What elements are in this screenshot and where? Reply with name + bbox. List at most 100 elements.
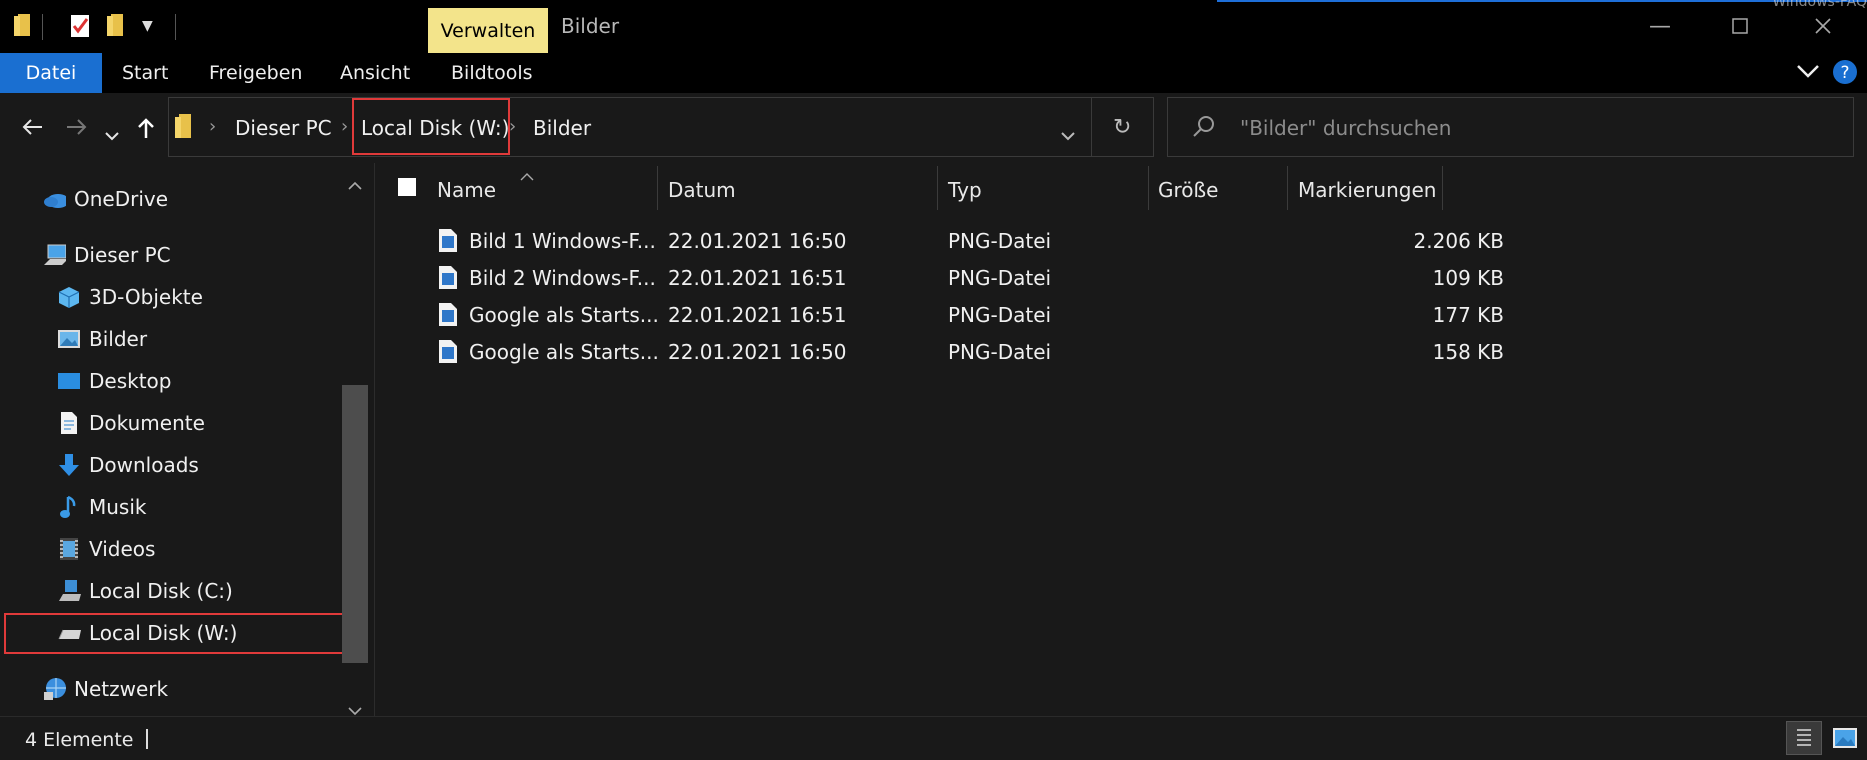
cube-icon: [57, 285, 81, 309]
column-separator[interactable]: [937, 166, 938, 210]
file-name: Bild 1 Windows-F...: [469, 229, 656, 253]
large-icons-view-icon[interactable]: [1828, 723, 1862, 753]
pictures-icon: [57, 327, 81, 351]
column-separator[interactable]: [1442, 166, 1443, 210]
file-row[interactable]: Bild 1 Windows-F... 22.01.2021 16:50 PNG…: [430, 223, 1780, 260]
maximize-icon[interactable]: [1720, 10, 1760, 42]
nav-item-desktop[interactable]: Desktop: [57, 363, 171, 399]
file-date: 22.01.2021 16:50: [668, 340, 847, 364]
expand-ribbon-icon[interactable]: [1796, 61, 1820, 86]
nav-item-3d-objekte[interactable]: 3D-Objekte: [57, 279, 203, 315]
column-separator[interactable]: [1148, 166, 1149, 210]
nav-item-dokumente[interactable]: Dokumente: [57, 405, 205, 441]
verwalten-tab[interactable]: Verwalten: [428, 8, 548, 53]
nav-item-label: 3D-Objekte: [89, 285, 203, 309]
file-row[interactable]: Bild 2 Windows-F... 22.01.2021 16:51 PNG…: [430, 260, 1780, 297]
file-date: 22.01.2021 16:50: [668, 229, 847, 253]
tab-freigeben[interactable]: Freigeben: [209, 53, 302, 93]
help-icon[interactable]: ?: [1832, 59, 1858, 90]
forward-arrow-icon[interactable]: [65, 117, 89, 141]
tab-datei[interactable]: Datei: [0, 53, 102, 93]
file-type: PNG-Datei: [948, 229, 1052, 253]
details-view-icon[interactable]: [1786, 721, 1822, 755]
item-count: 4 Elemente: [25, 729, 134, 751]
address-bar[interactable]: › Dieser PC › Local Disk (W:) › Bilder ↻: [168, 97, 1154, 157]
column-header-name[interactable]: Name: [437, 170, 496, 210]
nav-item-label: Musik: [89, 495, 147, 519]
nav-item-videos[interactable]: Videos: [57, 531, 155, 567]
folder-icon: [175, 114, 193, 143]
search-box[interactable]: "Bilder" durchsuchen: [1167, 97, 1854, 157]
svg-text:?: ?: [1840, 63, 1849, 83]
nav-item-downloads[interactable]: Downloads: [57, 447, 199, 483]
nav-item-label: Desktop: [89, 369, 172, 393]
nav-item-label: OneDrive: [74, 187, 169, 211]
file-size-value: 158 KB: [1432, 340, 1504, 364]
column-header-groesse[interactable]: Größe: [1158, 170, 1218, 210]
nav-item-label: Dieser PC: [74, 243, 171, 267]
column-header-typ[interactable]: Typ: [948, 170, 982, 210]
file-size-value: 2.206 KB: [1413, 229, 1504, 253]
file-name: Google als Starts...: [469, 340, 659, 364]
tab-start[interactable]: Start: [122, 53, 168, 93]
refresh-icon[interactable]: ↻: [1113, 115, 1131, 140]
nav-item-onedrive[interactable]: OneDrive: [42, 181, 168, 217]
properties-icon[interactable]: [70, 14, 92, 43]
tab-ansicht[interactable]: Ansicht: [340, 53, 410, 93]
nav-item-label: Bilder: [89, 327, 148, 351]
nav-item-label: Local Disk (C:): [89, 579, 233, 603]
new-folder-icon[interactable]: [107, 14, 125, 41]
qa-separator: [42, 14, 43, 40]
video-icon: [57, 537, 81, 561]
highlight-breadcrumb: [352, 98, 510, 155]
watermark: Windows-FAQ: [1772, 0, 1867, 10]
folder-icon: [14, 14, 32, 41]
search-input[interactable]: "Bilder" durchsuchen: [1240, 116, 1451, 140]
file-row[interactable]: Google als Starts... 22.01.2021 16:51 PN…: [430, 297, 1780, 334]
nav-item-label: Dokumente: [89, 411, 205, 435]
nav-item-netzwerk[interactable]: Netzwerk: [42, 671, 168, 707]
tab-bildtools[interactable]: Bildtools: [451, 53, 533, 93]
system-drive-icon: [57, 579, 81, 603]
desktop-icon: [57, 369, 81, 393]
document-icon: [57, 411, 81, 435]
address-dropdown-icon[interactable]: [1061, 122, 1075, 146]
breadcrumb-bilder[interactable]: Bilder: [533, 116, 591, 140]
minimize-icon[interactable]: —: [1640, 10, 1680, 42]
column-separator[interactable]: [657, 166, 658, 210]
nav-item-label: Netzwerk: [74, 677, 169, 701]
qa-dropdown-icon[interactable]: ▼: [142, 18, 153, 34]
text-cursor: [146, 729, 148, 749]
breadcrumb-separator[interactable]: ›: [509, 116, 516, 137]
file-type: PNG-Datei: [948, 266, 1052, 290]
recent-locations-icon[interactable]: [105, 121, 119, 145]
png-file-icon: [438, 228, 458, 253]
column-separator[interactable]: [1287, 166, 1288, 210]
breadcrumb-separator[interactable]: ›: [209, 116, 216, 137]
ribbon: Datei Start Freigeben Ansicht Bildtools …: [0, 53, 1867, 93]
close-icon[interactable]: [1803, 10, 1843, 42]
breadcrumb-dieser-pc[interactable]: Dieser PC: [235, 116, 332, 140]
status-bar: 4 Elemente: [0, 716, 1867, 760]
column-header-datum[interactable]: Datum: [668, 170, 736, 210]
nav-item-local-disk-c[interactable]: Local Disk (C:): [57, 573, 233, 609]
column-header-markierungen[interactable]: Markierungen: [1298, 170, 1436, 210]
file-date: 22.01.2021 16:51: [668, 303, 847, 327]
nav-scroll-thumb[interactable]: [342, 385, 368, 663]
select-all-checkbox[interactable]: [398, 178, 416, 196]
file-name: Bild 2 Windows-F...: [469, 266, 656, 290]
address-divider: [1091, 98, 1092, 156]
nav-item-dieser-pc[interactable]: Dieser PC: [42, 237, 171, 273]
file-size-value: 109 KB: [1432, 266, 1504, 290]
up-arrow-icon[interactable]: [136, 116, 156, 144]
breadcrumb-separator[interactable]: ›: [341, 116, 348, 137]
back-arrow-icon[interactable]: [20, 117, 44, 141]
download-icon: [57, 453, 81, 477]
file-row[interactable]: Google als Starts... 22.01.2021 16:50 PN…: [430, 334, 1780, 371]
nav-item-musik[interactable]: Musik: [57, 489, 147, 525]
file-date: 22.01.2021 16:51: [668, 266, 847, 290]
nav-item-bilder[interactable]: Bilder: [57, 321, 147, 357]
file-size-value: 177 KB: [1432, 303, 1504, 327]
scroll-up-icon[interactable]: [348, 172, 362, 196]
cloud-icon: [42, 187, 66, 211]
